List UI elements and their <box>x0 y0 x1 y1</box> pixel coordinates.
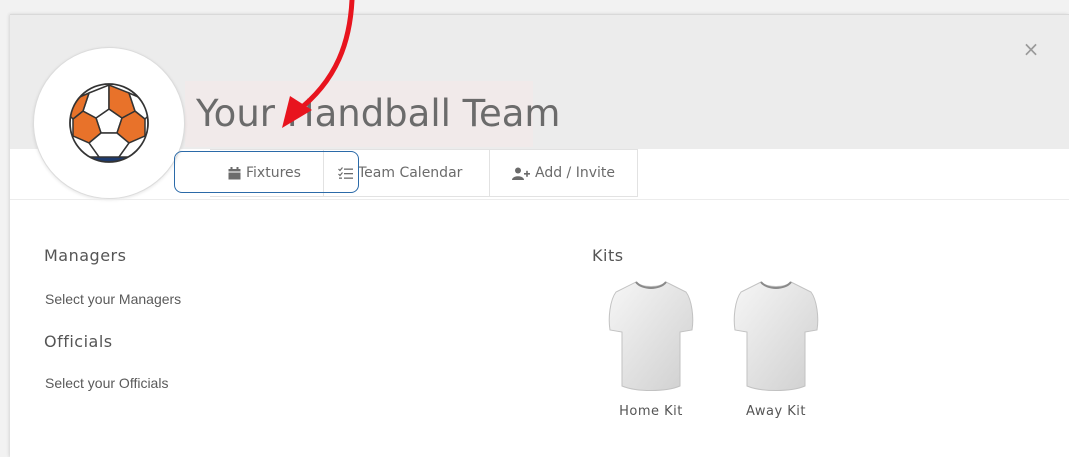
managers-heading: Managers <box>44 246 127 265</box>
tab-add-invite[interactable]: Add / Invite <box>490 150 638 196</box>
officials-heading: Officials <box>44 332 113 351</box>
checklist-icon <box>338 166 353 180</box>
calendar-icon <box>228 166 241 180</box>
home-kit-label: Home Kit <box>619 404 683 419</box>
tab-label: Team Calendar <box>358 165 463 181</box>
add-user-icon <box>512 167 530 180</box>
team-title: Your Handball Team <box>196 92 561 135</box>
managers-select[interactable]: Select your Managers <box>45 291 181 307</box>
tab-team-calendar[interactable]: Team Calendar <box>324 150 490 196</box>
close-icon: × <box>1022 37 1040 61</box>
team-modal: × Your Handball Team Fixtures Team Calen… <box>10 14 1069 457</box>
tab-fixtures[interactable]: Fixtures <box>210 150 324 196</box>
home-kit[interactable]: Home Kit <box>601 278 701 419</box>
tab-label: Fixtures <box>246 165 301 181</box>
handball-icon <box>69 83 149 163</box>
tshirt-icon <box>733 281 819 391</box>
away-kit-label: Away Kit <box>745 404 807 419</box>
tab-label: Add / Invite <box>535 165 616 181</box>
away-kit[interactable]: Away Kit <box>726 278 826 419</box>
kits-heading: Kits <box>592 246 624 265</box>
close-button[interactable]: × <box>1020 38 1042 60</box>
tshirt-icon <box>608 281 694 391</box>
team-tabs: Fixtures Team Calendar Add / Invite <box>210 149 638 197</box>
header-divider <box>10 199 1069 200</box>
team-logo[interactable] <box>33 47 185 199</box>
modal-top-border <box>10 14 1069 15</box>
officials-select[interactable]: Select your Officials <box>45 375 168 391</box>
